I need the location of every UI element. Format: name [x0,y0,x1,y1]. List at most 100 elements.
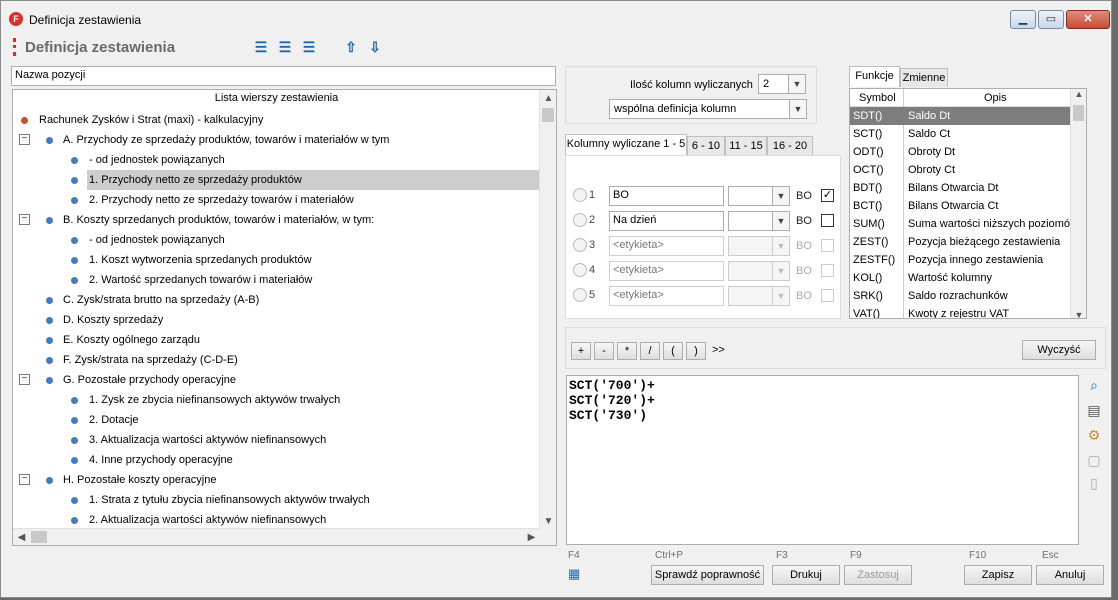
bo-checkbox[interactable]: ✓ [821,189,834,202]
column-label-input[interactable]: <etykieta> [609,236,724,256]
column-label-input[interactable]: <etykieta> [609,286,724,306]
column-type-select[interactable]: ▼ [728,211,790,231]
tree-horizontal-scrollbar[interactable]: ◀ ▶ [13,528,540,545]
list-icon[interactable]: ▤ [1084,400,1104,420]
function-row[interactable]: BDT() Bilans Otwarcia Dt [850,179,1085,197]
tree-row[interactable]: 1. Zysk ze zbycia niefinansowych aktywów… [13,390,540,410]
tab-variables[interactable]: Zmienne [900,68,948,87]
tree-row[interactable]: E. Koszty ogólnego zarządu [13,330,540,350]
tree-row[interactable]: - od jednostek powiązanych [13,230,540,250]
column-radio[interactable] [573,238,587,252]
scroll-thumb[interactable] [1073,105,1084,121]
tree-row[interactable]: − G. Pozostałe przychody operacyjne [13,370,540,390]
column-radio[interactable] [573,213,587,227]
calculator-icon[interactable]: ▦ [568,566,581,581]
function-row[interactable]: SRK() Saldo rozrachunków [850,287,1085,305]
operator-button[interactable]: / [640,342,660,360]
more-operators[interactable]: >> [712,344,725,356]
collapse-icon[interactable]: − [19,214,30,225]
print-button[interactable]: Drukuj [772,565,840,585]
function-row[interactable]: ZESTF() Pozycja innego zestawienia [850,251,1085,269]
chevron-down-icon[interactable]: ▼ [772,187,789,205]
edit-item-icon[interactable]: ☰ [276,38,294,56]
close-button[interactable]: ✕ [1066,10,1110,29]
minimize-button[interactable]: ▁ [1010,10,1036,29]
scroll-up-icon[interactable]: ▲ [540,90,556,107]
check-validity-button[interactable]: Sprawdź poprawność [651,565,764,585]
tree-row[interactable]: F. Zysk/strata na sprzedaży (C-D-E) [13,350,540,370]
function-row[interactable]: BCT() Bilans Otwarcia Ct [850,197,1085,215]
tree-row[interactable]: 1. Koszt wytworzenia sprzedanych produkt… [13,250,540,270]
tree-row[interactable]: 1. Strata z tytułu zbycia niefinansowych… [13,490,540,510]
column-label-input[interactable]: BO [609,186,724,206]
chevron-down-icon[interactable]: ▼ [788,75,805,93]
formula-editor[interactable]: SCT('700')+ SCT('720')+ SCT('730') [566,375,1079,545]
operator-button[interactable]: ) [686,342,706,360]
chevron-down-icon[interactable]: ▼ [789,100,806,118]
settings-icon[interactable]: ⚙ [1084,425,1104,445]
tree-row[interactable]: C. Zysk/strata brutto na sprzedaży (A-B) [13,290,540,310]
function-row[interactable]: ODT() Obroty Dt [850,143,1085,161]
save-button[interactable]: Zapisz [964,565,1032,585]
tree-row[interactable]: 1. Przychody netto ze sprzedaży produktó… [71,170,540,190]
chevron-down-icon[interactable]: ▼ [772,212,789,230]
move-up-icon[interactable]: ⇧ [342,38,360,56]
tree-row[interactable]: Rachunek Zysków i Strat (maxi) - kalkula… [13,110,540,130]
function-row[interactable]: SDT() Saldo Dt [850,107,1085,125]
tree-row[interactable]: - od jednostek powiązanych [13,150,540,170]
operator-button[interactable]: + [571,342,591,360]
move-down-icon[interactable]: ⇩ [366,38,384,56]
bo-checkbox[interactable] [821,214,834,227]
tab-columns-6-10[interactable]: 6 - 10 [687,136,725,156]
operator-button[interactable]: * [617,342,637,360]
tree-row[interactable]: 3. Aktualizacja wartości aktywów niefina… [13,430,540,450]
scroll-down-icon[interactable]: ▼ [1071,310,1086,318]
column-label-input[interactable]: <etykieta> [609,261,724,281]
tree-row[interactable]: 2. Przychody netto ze sprzedaży towarów … [13,190,540,210]
scroll-thumb[interactable] [542,108,554,122]
tree-row[interactable]: 2. Wartość sprzedanych towarów i materia… [13,270,540,290]
delete-item-icon[interactable]: ☰ [300,38,318,56]
tree-row[interactable]: 2. Dotacje [13,410,540,430]
column-type-select[interactable]: ▼ [728,186,790,206]
function-row[interactable]: OCT() Obroty Ct [850,161,1085,179]
tree-row[interactable]: 4. Inne przychody operacyjne [13,450,540,470]
functions-scrollbar[interactable]: ▲ ▼ [1070,89,1086,318]
maximize-button[interactable]: ▭ [1038,10,1064,29]
function-row[interactable]: KOL() Wartość kolumny [850,269,1085,287]
operator-button[interactable]: ( [663,342,683,360]
tree-row[interactable]: 2. Aktualizacja wartości aktywów niefina… [13,510,540,530]
column-radio[interactable] [573,263,587,277]
operator-button[interactable]: - [594,342,614,360]
collapse-icon[interactable]: − [19,474,30,485]
definition-mode-select[interactable]: wspólna definicja kolumn ▼ [609,99,807,119]
column-count-select[interactable]: 2 ▼ [758,74,806,94]
item-name-input[interactable]: Nazwa pozycji [11,66,556,86]
functions-table[interactable]: Symbol Opis SDT() Saldo Dt SCT() Saldo Ct OD… [849,88,1087,319]
scroll-thumb-h[interactable] [31,531,47,543]
search-icon[interactable]: ⌕ [1084,375,1104,395]
cancel-button[interactable]: Anuluj [1036,565,1104,585]
clear-button[interactable]: Wyczyść [1022,340,1096,360]
function-row[interactable]: SCT() Saldo Ct [850,125,1085,143]
function-row[interactable]: ZEST() Pozycja bieżącego zestawienia [850,233,1085,251]
tree-vertical-scrollbar[interactable]: ▲ ▼ [539,90,556,530]
tree-row[interactable]: − A. Przychody ze sprzedaży produktów, to… [13,130,540,150]
tree-row[interactable]: D. Koszty sprzedaży [13,310,540,330]
scroll-right-icon[interactable]: ▶ [523,529,540,545]
column-radio[interactable] [573,288,587,302]
function-row[interactable]: SUM() Suma wartości niższych poziomów [850,215,1085,233]
scroll-up-icon[interactable]: ▲ [1071,89,1086,99]
scroll-left-icon[interactable]: ◀ [13,529,30,545]
rows-tree[interactable]: Lista wierszy zestawienia Rachunek Zyskó… [12,89,557,546]
tree-row[interactable]: − B. Koszty sprzedanych produktów, towaró… [13,210,540,230]
collapse-icon[interactable]: − [19,134,30,145]
function-row[interactable]: VAT() Kwoty z rejestru VAT [850,305,1085,318]
tab-columns-16-20[interactable]: 16 - 20 [767,136,813,156]
tree-row[interactable]: − H. Pozostałe koszty operacyjne [13,470,540,490]
column-radio[interactable] [573,188,587,202]
tab-columns-1-5[interactable]: Kolumny wyliczane 1 - 5 [565,134,687,156]
collapse-icon[interactable]: − [19,374,30,385]
column-label-input[interactable]: Na dzień [609,211,724,231]
add-item-icon[interactable]: ☰ [252,38,270,56]
